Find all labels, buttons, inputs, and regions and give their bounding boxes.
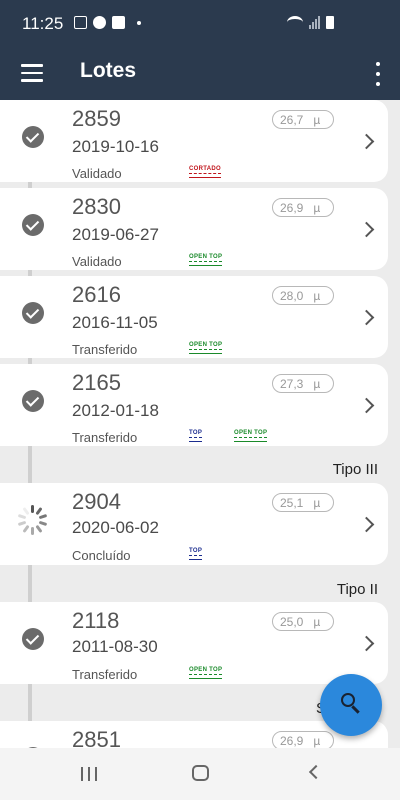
micron-badge: 26,7 µ [272,110,334,129]
check-icon [22,214,44,236]
chevron-right-icon[interactable] [358,516,375,533]
micron-unit: µ [313,496,321,510]
smiley-notification-icon [93,16,106,29]
lot-card[interactable]: 2118 2011-08-30 Transferido 25,0 µ OPEN … [0,602,388,684]
lot-date: 2012-01-18 [72,401,159,420]
micron-value: 28,0 [280,289,304,303]
top-tag: TOP [189,548,203,560]
lot-list[interactable]: 2859 2019-10-16 Validado 26,7 µ CORTADO … [0,100,400,748]
micron-value: 27,3 [280,377,304,391]
loading-spinner-icon [17,504,49,536]
micron-unit: µ [313,615,321,629]
micron-value: 25,0 [280,615,304,629]
micron-unit: µ [313,113,321,127]
micron-badge: 28,0 µ [272,286,334,305]
check-icon [22,390,44,412]
lot-status: Transferido [72,430,138,445]
lot-number: 2859 [72,106,121,131]
home-icon[interactable] [192,765,209,781]
micron-badge: 27,3 µ [272,374,334,393]
lot-card[interactable]: 2859 2019-10-16 Validado 26,7 µ CORTADO [0,100,388,182]
micron-badge: 26,9 µ [272,731,334,748]
section-header: Tipo II [336,581,378,598]
page-title: Lotes [80,59,137,82]
section-header: Tipo III [332,461,378,478]
micron-unit: µ [313,289,321,303]
micron-badge: 25,1 µ [272,493,334,512]
menu-icon[interactable] [21,64,43,82]
app-bar: Lotes [0,48,400,100]
chevron-right-icon[interactable] [358,635,375,652]
lot-date: 2020-06-02 [72,518,159,537]
back-icon[interactable] [308,764,324,780]
more-options-icon[interactable] [374,62,382,86]
open-top-tag: OPEN TOP [189,667,223,679]
chevron-right-icon[interactable] [358,133,375,150]
lot-date: 2016-11-05 [72,313,158,332]
lot-number: 2616 [72,282,121,307]
lot-card[interactable]: 2165 2012-01-18 Transferido 27,3 µ TOP O… [0,364,388,446]
lot-status: Transferido [72,342,138,357]
lot-number: 2830 [72,194,121,219]
micron-unit: µ [313,377,321,391]
open-top-tag: OPEN TOP [189,342,223,354]
open-top-tag: OPEN TOP [234,430,268,442]
system-icons [287,16,334,29]
micron-value: 26,9 [280,734,304,748]
micron-value: 25,1 [280,496,304,510]
linkedin-notification-icon [112,16,125,29]
lot-number: 2165 [72,370,121,395]
micron-badge: 26,9 µ [272,198,334,217]
micron-unit: µ [313,201,321,215]
lot-card[interactable]: 2904 2020-06-02 Concluído 25,1 µ TOP [0,483,388,565]
lot-number: 2118 [72,608,120,633]
search-button[interactable] [320,674,382,736]
check-icon [22,126,44,148]
image-notification-icon [74,16,87,29]
lot-card[interactable]: 2616 2016-11-05 Transferido 28,0 µ OPEN … [0,276,388,358]
micron-badge: 25,0 µ [272,612,334,631]
wifi-icon [287,16,303,29]
more-notifications-icon [137,20,141,25]
lot-status: Transferido [72,667,138,682]
battery-icon [326,16,334,29]
signal-icon [309,16,320,29]
status-time: 11:25 [22,14,64,33]
chevron-right-icon[interactable] [358,397,375,414]
check-icon [22,302,44,324]
check-icon [22,628,44,650]
micron-value: 26,7 [280,113,304,127]
lot-status: Validado [72,254,122,269]
lot-status: Concluído [72,548,131,563]
micron-unit: µ [313,734,321,748]
lot-date: 2011-08-30 [72,637,158,656]
system-nav-bar [0,748,400,800]
open-top-tag: OPEN TOP [189,254,223,266]
top-tag: TOP [189,430,203,442]
chevron-right-icon[interactable] [358,221,375,238]
micron-value: 26,9 [280,201,304,215]
status-bar: 11:25 [0,0,400,48]
lot-card[interactable]: 2830 2019-06-27 Validado 26,9 µ OPEN TOP [0,188,388,270]
lot-number: 2851 [72,727,121,748]
notification-icons [74,16,141,29]
chevron-right-icon[interactable] [358,309,375,326]
lot-status: Validado [72,166,122,181]
cortado-tag: CORTADO [189,166,221,178]
lot-date: 2019-06-27 [72,225,159,244]
lot-number: 2904 [72,489,121,514]
lot-date: 2019-10-16 [72,137,159,156]
recent-apps-icon[interactable] [81,767,97,781]
